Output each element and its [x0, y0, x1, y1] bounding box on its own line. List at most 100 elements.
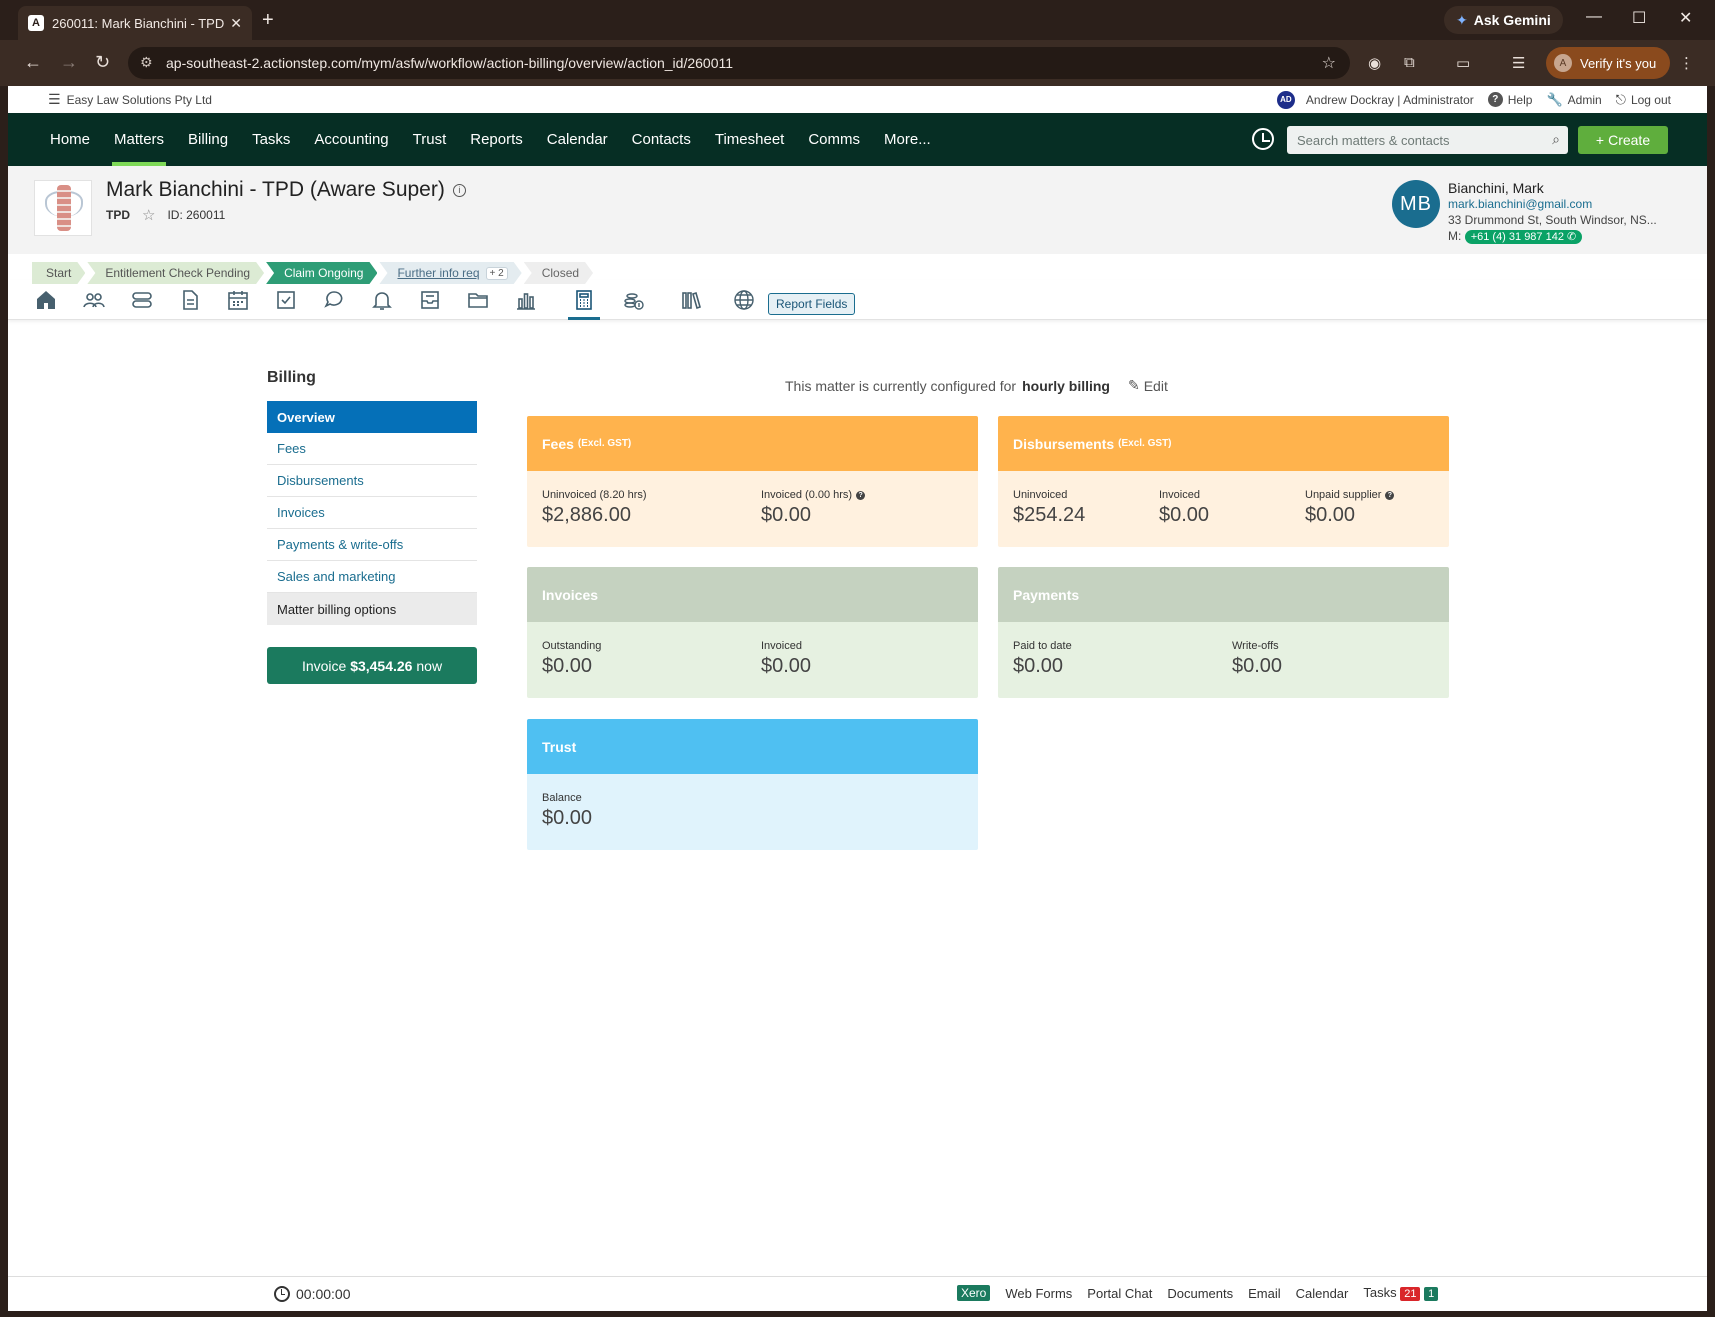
document-icon[interactable]: [178, 288, 202, 312]
nav-accounting[interactable]: Accounting: [302, 113, 400, 166]
nav-billing[interactable]: Billing: [176, 113, 240, 166]
info-icon[interactable]: i: [452, 183, 466, 197]
nav-tasks[interactable]: Tasks: [240, 113, 302, 166]
web-forms-link[interactable]: Web Forms: [1005, 1286, 1072, 1301]
fees-card[interactable]: Fees (Excl. GST) Uninvoiced (8.20 hrs) $2…: [527, 416, 978, 547]
back-icon[interactable]: ←: [24, 52, 42, 73]
maximize-icon[interactable]: ☐: [1632, 8, 1646, 28]
documents-link[interactable]: Documents: [1167, 1286, 1233, 1301]
browser-tabbar: A 260011: Mark Bianchini - TPD (A ✕ + ✦ …: [0, 0, 1715, 40]
admin-link[interactable]: 🔧 Admin: [1546, 92, 1601, 108]
invoices-card[interactable]: Invoices Outstanding $0.00 Invoiced $0.0…: [527, 567, 978, 698]
timer[interactable]: 00:00:00: [274, 1286, 351, 1302]
clock-icon: [274, 1286, 290, 1302]
participants-icon[interactable]: [82, 288, 106, 312]
disb-unpaid-supplier: Unpaid supplier? $0.00: [1305, 489, 1395, 527]
invoice-now-button[interactable]: Invoice $3,454.26 now: [267, 647, 477, 684]
matter-type: TPD: [106, 208, 130, 222]
browser-menu-icon[interactable]: ⋮: [1679, 54, 1694, 72]
email-link[interactable]: Email: [1248, 1286, 1281, 1301]
org-name[interactable]: Easy Law Solutions Pty Ltd: [67, 93, 212, 107]
matter-subtitle: TPD ☆ ID: 260011: [106, 206, 225, 224]
client-email[interactable]: mark.bianchini@gmail.com: [1448, 196, 1668, 212]
verify-profile-button[interactable]: A Verify it's you: [1546, 47, 1671, 79]
calendar-link[interactable]: Calendar: [1296, 1286, 1349, 1301]
report-fields-button[interactable]: Report Fields: [768, 293, 856, 315]
sidebar-item-billing-options[interactable]: Matter billing options: [267, 593, 477, 625]
portal-chat-link[interactable]: Portal Chat: [1087, 1286, 1152, 1301]
help-icon[interactable]: ?: [856, 490, 866, 500]
help-icon[interactable]: ?: [1385, 490, 1395, 500]
nav-comms[interactable]: Comms: [796, 113, 872, 166]
nav-home[interactable]: Home: [38, 113, 102, 166]
more-steps-badge[interactable]: + 2: [486, 267, 508, 280]
bell-icon[interactable]: [370, 288, 394, 312]
history-icon[interactable]: [1252, 128, 1274, 150]
chat-icon[interactable]: [322, 288, 346, 312]
favorite-star-icon[interactable]: ☆: [142, 206, 155, 224]
list-icon[interactable]: ☰: [48, 91, 61, 108]
trust-balance: Balance $0.00: [542, 792, 593, 829]
site-settings-icon[interactable]: ⚙: [140, 54, 153, 71]
address-bar[interactable]: ⚙ ap-southeast-2.actionstep.com/mym/asfw…: [128, 47, 1350, 79]
tab-search-icon[interactable]: ▭: [1456, 54, 1470, 72]
reading-list-icon[interactable]: ☰: [1512, 54, 1525, 72]
extensions-icon[interactable]: ⧉: [1404, 54, 1415, 71]
folder-icon[interactable]: [466, 288, 490, 312]
home-icon[interactable]: [34, 288, 58, 312]
profile-avatar: A: [1554, 54, 1572, 72]
client-name[interactable]: Bianchini, Mark: [1448, 180, 1668, 196]
actionstep-favicon-icon: A: [28, 15, 44, 31]
ask-gemini-button[interactable]: ✦ Ask Gemini: [1444, 6, 1563, 34]
billing-config-note: This matter is currently configured for …: [785, 377, 1168, 394]
nav-trust[interactable]: Trust: [401, 113, 459, 166]
payments-card[interactable]: Payments Paid to date $0.00 Write-offs $…: [998, 567, 1449, 698]
browser-tab[interactable]: A 260011: Mark Bianchini - TPD (A ✕: [18, 6, 252, 40]
data-fields-icon[interactable]: [130, 288, 154, 312]
nav-calendar[interactable]: Calendar: [535, 113, 620, 166]
inbox-icon[interactable]: [418, 288, 442, 312]
close-window-icon[interactable]: ✕: [1679, 8, 1692, 28]
bar-chart-icon[interactable]: [514, 288, 538, 312]
minimize-icon[interactable]: —: [1586, 8, 1602, 26]
fees-invoiced: Invoiced (0.00 hrs)? $0.00: [761, 489, 866, 527]
invoices-invoiced: Invoiced $0.00: [761, 640, 812, 677]
sidebar-item-overview[interactable]: Overview: [267, 401, 477, 433]
sidebar-item-sales-marketing[interactable]: Sales and marketing: [267, 561, 477, 593]
bookmark-star-icon[interactable]: ☆: [1322, 53, 1336, 73]
help-link[interactable]: ? Help: [1487, 92, 1532, 107]
password-manager-icon[interactable]: ◉: [1368, 54, 1381, 72]
xero-link[interactable]: Xero: [957, 1285, 991, 1301]
library-icon[interactable]: [679, 288, 703, 312]
calculator-icon[interactable]: [568, 288, 600, 320]
billing-sidebar: Overview Fees Disbursements Invoices Pay…: [267, 401, 477, 625]
nav-reports[interactable]: Reports: [458, 113, 535, 166]
new-tab-icon[interactable]: +: [262, 9, 274, 32]
trust-card[interactable]: Trust Balance $0.00: [527, 719, 978, 850]
close-tab-icon[interactable]: ✕: [230, 15, 242, 32]
sidebar-item-disbursements[interactable]: Disbursements: [267, 465, 477, 497]
edit-billing-link[interactable]: ✎ Edit: [1128, 377, 1168, 394]
tab-title: 260011: Mark Bianchini - TPD (A: [52, 15, 225, 31]
sidebar-item-payments[interactable]: Payments & write-offs: [267, 529, 477, 561]
client-phone[interactable]: +61 (4) 31 987 142 ✆: [1464, 230, 1583, 244]
tasks-link[interactable]: Tasks 21 1: [1363, 1285, 1439, 1301]
coins-icon[interactable]: [622, 288, 646, 312]
nav-more[interactable]: More...: [872, 113, 943, 166]
matter-title: Mark Bianchini - TPD (Aware Super) i: [106, 178, 466, 202]
calendar-icon[interactable]: [226, 288, 250, 312]
disbursements-card[interactable]: Disbursements (Excl. GST) Uninvoiced $254…: [998, 416, 1449, 547]
user-menu[interactable]: AD Andrew Dockray | Administrator: [1276, 90, 1474, 109]
create-button[interactable]: + Create: [1578, 126, 1668, 154]
nav-contacts[interactable]: Contacts: [620, 113, 703, 166]
nav-matters[interactable]: Matters: [102, 113, 176, 166]
sidebar-item-fees[interactable]: Fees: [267, 433, 477, 465]
forward-icon[interactable]: →: [60, 52, 78, 73]
tasks-check-icon[interactable]: [274, 288, 298, 312]
search-input[interactable]: Search matters & contacts ⌕: [1287, 126, 1568, 154]
sidebar-item-invoices[interactable]: Invoices: [267, 497, 477, 529]
logout-link[interactable]: ⎋ Log out: [1616, 92, 1671, 108]
nav-timesheet[interactable]: Timesheet: [703, 113, 796, 166]
globe-icon[interactable]: [732, 288, 756, 312]
reload-icon[interactable]: ↻: [95, 52, 110, 73]
